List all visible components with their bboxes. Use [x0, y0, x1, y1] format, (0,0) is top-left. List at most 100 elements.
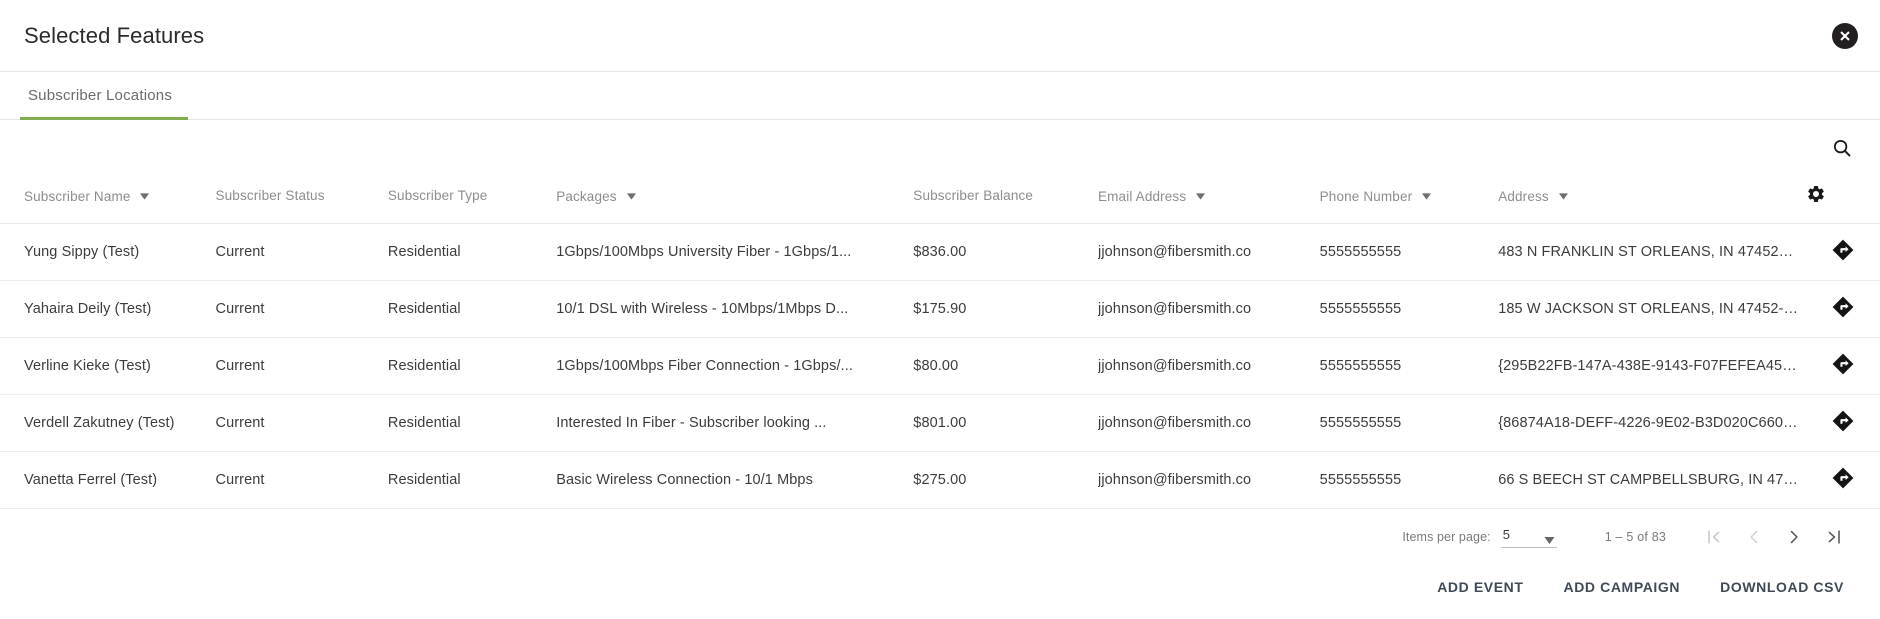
cell-phone-number: 5555555555	[1319, 223, 1499, 281]
directions-diamond-icon[interactable]	[1831, 296, 1855, 323]
cell-subscriber-balance: $275.00	[913, 451, 1098, 509]
table-head: Subscriber Name Subscriber Status Subscr…	[0, 168, 1880, 224]
cell-address: 66 S BEECH ST CAMPBELLSBURG, IN 4710...	[1498, 451, 1807, 509]
table-header-row: Subscriber Name Subscriber Status Subscr…	[0, 168, 1880, 224]
column-header-email-address[interactable]: Email Address	[1098, 168, 1320, 224]
first-page-icon[interactable]	[1694, 517, 1734, 557]
cell-phone-number: 5555555555	[1319, 394, 1499, 452]
cell-subscriber-name: Vanetta Ferrel (Test)	[0, 451, 216, 509]
sort-caret-icon	[1196, 188, 1206, 203]
cell-email-address: jjohnson@fibersmith.co	[1098, 223, 1320, 281]
gear-icon[interactable]	[1806, 185, 1826, 207]
cell-subscriber-name: Verline Kieke (Test)	[0, 337, 216, 395]
column-header-subscriber-status[interactable]: Subscriber Status	[215, 168, 388, 224]
sort-caret-icon	[140, 188, 150, 203]
column-header-packages[interactable]: Packages	[556, 168, 914, 224]
cell-subscriber-status: Current	[215, 337, 388, 395]
cell-email-address: jjohnson@fibersmith.co	[1098, 280, 1320, 338]
cell-subscriber-name: Yung Sippy (Test)	[0, 223, 216, 281]
directions-diamond-icon[interactable]	[1831, 353, 1855, 380]
column-settings-button[interactable]	[1806, 168, 1880, 224]
cell-subscriber-type: Residential	[387, 223, 557, 281]
row-action-cell[interactable]	[1806, 394, 1880, 452]
cell-subscriber-balance: $175.90	[913, 280, 1098, 338]
subscriber-table-wrap: Subscriber Name Subscriber Status Subscr…	[0, 168, 1880, 509]
page-range-label: 1 – 5 of 83	[1604, 530, 1666, 544]
cell-packages: Interested In Fiber - Subscriber looking…	[556, 394, 914, 452]
column-label: Subscriber Status	[215, 188, 325, 203]
column-header-subscriber-type[interactable]: Subscriber Type	[387, 168, 557, 224]
cell-phone-number: 5555555555	[1319, 337, 1499, 395]
cell-subscriber-status: Current	[215, 223, 388, 281]
cell-subscriber-type: Residential	[387, 394, 557, 452]
selected-features-panel: Selected Features Subscriber Locations S…	[0, 0, 1880, 619]
cell-phone-number: 5555555555	[1319, 280, 1499, 338]
tab-bar: Subscriber Locations	[0, 72, 1880, 120]
column-header-subscriber-name[interactable]: Subscriber Name	[0, 168, 216, 224]
sort-caret-icon	[626, 188, 636, 203]
table-row[interactable]: Vanetta Ferrel (Test) Current Residentia…	[0, 451, 1880, 509]
panel-actions: ADD EVENT ADD CAMPAIGN DOWNLOAD CSV	[0, 565, 1880, 609]
cell-email-address: jjohnson@fibersmith.co	[1098, 394, 1320, 452]
column-label: Subscriber Type	[387, 188, 488, 203]
column-header-subscriber-balance[interactable]: Subscriber Balance	[913, 168, 1098, 224]
column-header-address[interactable]: Address	[1498, 168, 1807, 224]
cell-packages: 1Gbps/100Mbps University Fiber - 1Gbps/1…	[556, 223, 914, 281]
cell-subscriber-status: Current	[215, 394, 388, 452]
paginator: Items per page: 5 1 – 5 of 83	[0, 509, 1880, 565]
cell-subscriber-type: Residential	[387, 337, 557, 395]
page-title: Selected Features	[24, 22, 205, 48]
directions-diamond-icon[interactable]	[1831, 239, 1855, 266]
cell-address: 185 W JACKSON ST ORLEANS, IN 47452-00...	[1498, 280, 1807, 338]
column-label: Phone Number	[1319, 188, 1413, 204]
items-per-page-select[interactable]: 5	[1500, 526, 1557, 548]
sort-caret-icon	[1422, 188, 1432, 203]
table-row[interactable]: Verline Kieke (Test) Current Residential…	[0, 337, 1880, 395]
cell-packages: 10/1 DSL with Wireless - 10Mbps/1Mbps D.…	[556, 280, 914, 338]
column-label: Subscriber Balance	[913, 188, 1034, 203]
chevron-down-icon	[1544, 532, 1555, 547]
table-body: Yung Sippy (Test) Current Residential 1G…	[0, 223, 1880, 509]
column-label: Address	[1498, 188, 1549, 204]
cell-phone-number: 5555555555	[1319, 451, 1499, 509]
table-row[interactable]: Yahaira Deily (Test) Current Residential…	[0, 280, 1880, 338]
cell-subscriber-status: Current	[215, 280, 388, 338]
column-label: Email Address	[1098, 188, 1187, 204]
column-label: Subscriber Name	[24, 188, 131, 204]
cell-address: {86874A18-DEFF-4226-9E02-B3D020C660F...	[1498, 394, 1807, 452]
cell-subscriber-name: Verdell Zakutney (Test)	[0, 394, 216, 452]
table-row[interactable]: Verdell Zakutney (Test) Current Resident…	[0, 394, 1880, 452]
table-row[interactable]: Yung Sippy (Test) Current Residential 1G…	[0, 223, 1880, 281]
cell-address: 483 N FRANKLIN ST ORLEANS, IN 47452-00..…	[1498, 223, 1807, 281]
cell-subscriber-status: Current	[215, 451, 388, 509]
cell-subscriber-balance: $80.00	[913, 337, 1098, 395]
sort-caret-icon	[1558, 188, 1568, 203]
panel-header: Selected Features	[0, 0, 1880, 72]
row-action-cell[interactable]	[1806, 223, 1880, 281]
cell-subscriber-name: Yahaira Deily (Test)	[0, 280, 216, 338]
row-action-cell[interactable]	[1806, 337, 1880, 395]
cell-subscriber-type: Residential	[387, 280, 557, 338]
cell-subscriber-balance: $836.00	[913, 223, 1098, 281]
previous-page-icon[interactable]	[1734, 517, 1774, 557]
add-event-button[interactable]: ADD EVENT	[1423, 571, 1537, 603]
tab-subscriber-locations[interactable]: Subscriber Locations	[0, 72, 200, 119]
column-header-phone-number[interactable]: Phone Number	[1319, 168, 1499, 224]
close-icon[interactable]	[1832, 22, 1858, 49]
subscriber-table: Subscriber Name Subscriber Status Subscr…	[0, 168, 1880, 509]
add-campaign-button[interactable]: ADD CAMPAIGN	[1550, 571, 1695, 603]
cell-packages: 1Gbps/100Mbps Fiber Connection - 1Gbps/.…	[556, 337, 914, 395]
directions-diamond-icon[interactable]	[1831, 467, 1855, 494]
row-action-cell[interactable]	[1806, 451, 1880, 509]
next-page-icon[interactable]	[1774, 517, 1814, 557]
directions-diamond-icon[interactable]	[1831, 410, 1855, 437]
table-toolbar	[0, 120, 1880, 168]
last-page-icon[interactable]	[1814, 517, 1854, 557]
cell-subscriber-type: Residential	[387, 451, 557, 509]
cell-subscriber-balance: $801.00	[913, 394, 1098, 452]
search-icon[interactable]	[1828, 134, 1856, 162]
row-action-cell[interactable]	[1806, 280, 1880, 338]
cell-email-address: jjohnson@fibersmith.co	[1098, 451, 1320, 509]
items-per-page-label: Items per page:	[1402, 530, 1491, 544]
download-csv-button[interactable]: DOWNLOAD CSV	[1706, 571, 1858, 603]
